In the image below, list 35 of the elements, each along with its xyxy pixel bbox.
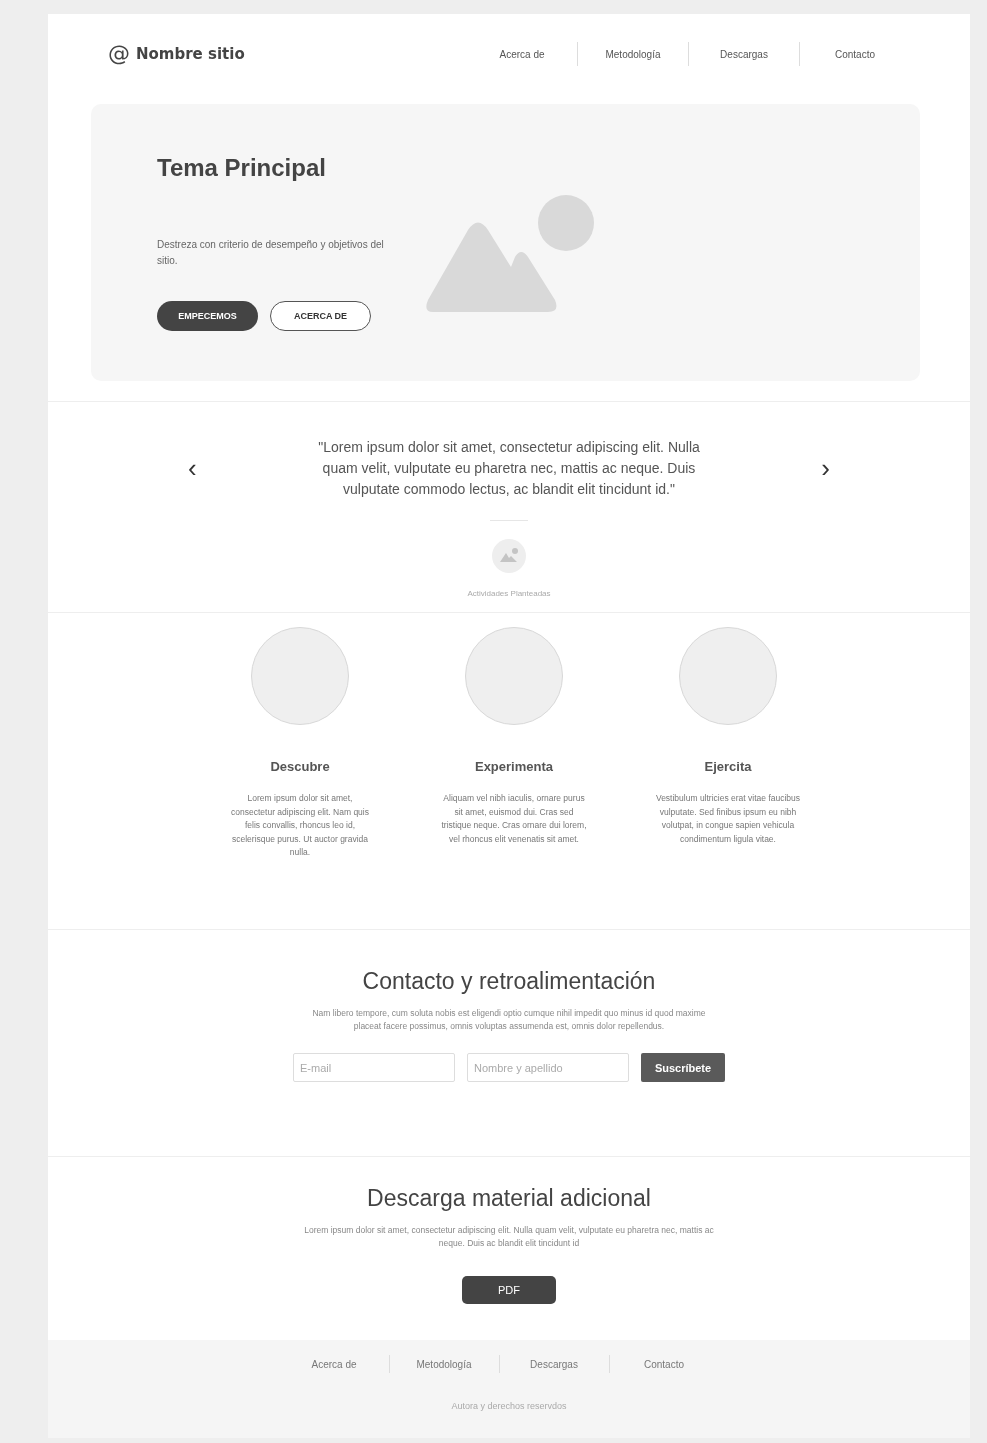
feature-text: Aliquam vel nibh iaculis, ornare purus sit amet, euismod dui. Cras sed tristique neque. Cras ornare dui lorem, vel rhoncus elit venenatis sit amet. (440, 792, 588, 846)
footer-link[interactable]: Acerca de (279, 1358, 389, 1370)
feature-title: Ejercita (704, 759, 752, 774)
contact-title: Contacto y retroalimentación (362, 968, 656, 995)
next-button[interactable]: › (817, 453, 834, 484)
testimonial-quote: "Lorem ipsum dolor sit amet, consectetur adipiscing elit. Nulla quam velit, vulputate eu pharetra nec, mattis ac neque. Duis vulputate commodo lectus, ac blandit elit tincidunt id." (317, 438, 701, 499)
nav-link[interactable]: Acerca de (467, 48, 577, 60)
nav-link[interactable]: Contacto (800, 48, 910, 60)
hero-button[interactable]: EMPECEMOS (157, 301, 258, 331)
download-title: Descarga material adicional (367, 1185, 651, 1212)
previous-button[interactable]: ‹ (184, 453, 201, 484)
subscribe-button[interactable]: Suscríbete (641, 1053, 725, 1082)
hero-description: Destreza con criterio de desempeño y objetivos del sitio. (157, 238, 385, 268)
feature-text: Lorem ipsum dolor sit amet, consectetur adipiscing elit. Nam quis felis convallis, rhoncus leo id, scelerisque purus. Ut auctor gravida nulla. (230, 792, 370, 859)
copyright-text: Autora y derechos reservdos (451, 1401, 567, 1411)
input-field[interactable]: E-mail (293, 1053, 455, 1082)
image-avatar-icon (492, 539, 526, 573)
nav-link[interactable]: Metodología (578, 48, 688, 60)
feature-title: Experimenta (474, 759, 553, 774)
testimonial-caption: Actividades Planteadas (467, 589, 551, 598)
footer-link[interactable]: Contacto (609, 1358, 719, 1370)
site-name[interactable]: Nombre sitio (136, 45, 245, 63)
contact-text: Nam libero tempore, cum soluta nobis est eligendi optio cumque nihil impedit quo minus id quod maxime placeat facere possimus, omnis voluptas assumenda est, omnis dolor repellendus. (311, 1007, 707, 1033)
nav-link[interactable]: Descargas (689, 48, 799, 60)
feature-text: Vestibulum ultricies erat vitae faucibus vulputate. Sed finibus ipsum eu nibh volutpat, in congue sapien vehicula condimentum ligula vitae. (654, 792, 802, 846)
hero-button[interactable]: ACERCA DE (270, 301, 371, 331)
pdf-button[interactable]: PDF (462, 1276, 556, 1304)
footer-link[interactable]: Descargas (499, 1358, 609, 1370)
image-placeholder-icon (423, 194, 595, 313)
hero-title: Tema Principal (157, 154, 327, 182)
logo-mark[interactable]: @ (108, 43, 130, 65)
input-field[interactable]: Nombre y apellido (467, 1053, 629, 1082)
feature-title: Descubre (270, 759, 330, 774)
download-text: Lorem ipsum dolor sit amet, consectetur adipiscing elit. Nulla quam velit, vulputate eu pharetra nec, mattis ac neque. Duis ac blandit elit tincidunt id (304, 1224, 714, 1250)
footer-link[interactable]: Metodología (389, 1358, 499, 1370)
